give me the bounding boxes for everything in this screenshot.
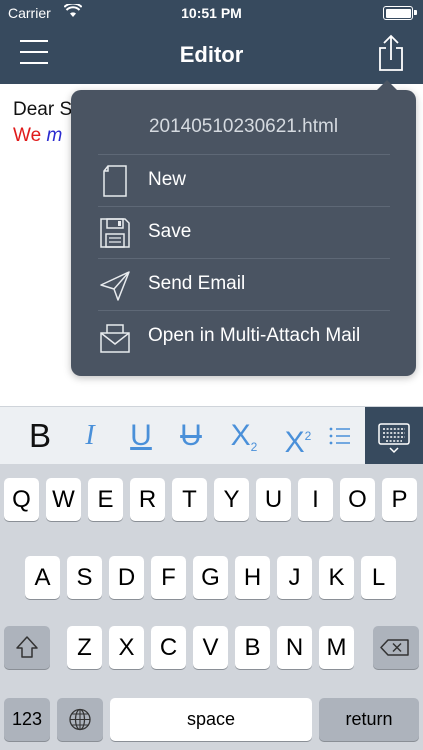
menu-item-label: Save [148,221,192,242]
page-title: Editor [179,42,244,67]
strikethrough-button[interactable]: U [170,407,212,465]
underline-button[interactable]: U [120,407,162,465]
status-bar: Carrier 10:51 PM [0,0,423,26]
key-j[interactable]: J [277,556,312,599]
numbers-key[interactable]: 123 [4,698,50,741]
return-key[interactable]: return [319,698,419,741]
shift-key[interactable] [4,626,50,669]
menu-item-label: New [148,169,187,190]
key-y[interactable]: Y [214,478,249,521]
share-icon[interactable] [377,34,405,72]
key-p[interactable]: P [382,478,417,521]
key-m[interactable]: M [319,626,354,669]
key-q[interactable]: Q [4,478,39,521]
key-n[interactable]: N [277,626,312,669]
space-key[interactable]: space [110,698,312,741]
key-x[interactable]: X [109,626,144,669]
clock: 10:51 PM [181,5,242,21]
key-c[interactable]: C [151,626,186,669]
subscript-button[interactable]: X2 [222,407,266,465]
nav-bar: Editor [0,26,423,84]
paper-plane-icon [100,271,130,301]
key-e[interactable]: E [88,478,123,521]
key-z[interactable]: Z [67,626,102,669]
format-toolbar: B I U U X2 X2 [0,406,423,465]
backspace-key[interactable] [373,626,419,669]
battery-icon [383,6,417,20]
key-h[interactable]: H [235,556,270,599]
bold-button[interactable]: B [18,407,62,465]
menu-item-send-email[interactable]: Send Email [98,258,390,310]
key-v[interactable]: V [193,626,228,669]
hide-keyboard-button[interactable] [365,407,423,465]
key-i[interactable]: I [298,478,333,521]
menu-item-label: Open in Multi-Attach Mail [148,325,361,346]
key-s[interactable]: S [67,556,102,599]
key-a[interactable]: A [25,556,60,599]
superscript-button[interactable]: X2 [276,407,320,465]
key-b[interactable]: B [235,626,270,669]
key-u[interactable]: U [256,478,291,521]
globe-key[interactable] [57,698,103,741]
key-t[interactable]: T [172,478,207,521]
italic-button[interactable]: I [70,407,110,465]
backspace-icon [380,639,409,656]
list-icon[interactable] [326,407,354,465]
key-g[interactable]: G [193,556,228,599]
editor-line: Dear S [13,99,73,120]
key-o[interactable]: O [340,478,375,521]
document-icon [103,165,127,197]
shift-arrow-icon [16,636,38,658]
globe-icon [69,708,91,731]
editor-line: We m [13,125,63,146]
key-r[interactable]: R [130,478,165,521]
key-l[interactable]: L [361,556,396,599]
menu-item-open-in-multi-attach-mail[interactable]: Open in Multi-Attach Mail [98,310,390,362]
keyboard: Q W E R T Y U I O P A S D F G H J K L Z … [0,464,423,750]
share-popover-menu: 20140510230621.html New Save Send Email … [71,80,416,376]
key-w[interactable]: W [46,478,81,521]
menu-item-label: Send Email [148,273,246,294]
floppy-disk-icon [100,218,130,248]
key-f[interactable]: F [151,556,186,599]
menu-item-new[interactable]: New [98,154,390,206]
inbox-tray-icon [100,324,130,353]
key-k[interactable]: K [319,556,354,599]
menu-item-save[interactable]: Save [98,206,390,258]
keyboard-dismiss-icon [378,423,410,454]
file-name: 20140510230621.html [148,116,339,137]
key-d[interactable]: D [109,556,144,599]
